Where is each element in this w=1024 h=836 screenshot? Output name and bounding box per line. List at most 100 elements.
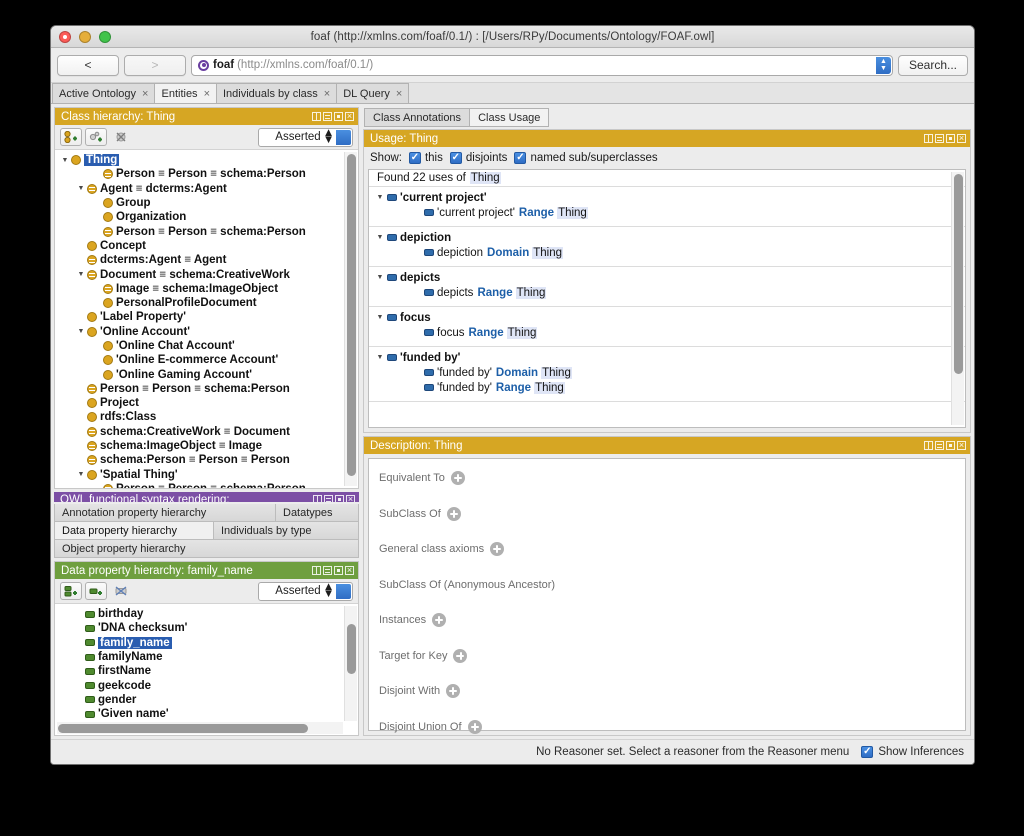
usage-axiom-row[interactable]: focus Range Thing (369, 325, 965, 340)
class-tree-row[interactable]: PersonalProfileDocument (55, 296, 358, 310)
close-icon[interactable]: × (324, 88, 330, 100)
sub-tab-annotation-property-hierarchy[interactable]: Annotation property hierarchy (54, 504, 276, 522)
checkbox-icon[interactable] (861, 745, 874, 759)
add-axiom-button[interactable] (446, 506, 461, 521)
class-tree-row[interactable]: Person ≡ Person ≡ schema:Person (55, 482, 358, 488)
close-panel-icon[interactable] (345, 110, 354, 122)
close-icon[interactable]: × (142, 88, 148, 100)
sub-tab-individuals-by-type[interactable]: Individuals by type (213, 522, 359, 540)
class-tree-row[interactable]: dcterms:Agent ≡ Agent (55, 253, 358, 267)
split-panel-icon[interactable] (312, 112, 321, 121)
data-property-tree[interactable]: birthday 'DNA checksum' family_name familyN… (55, 604, 358, 721)
checkbox-icon[interactable] (449, 151, 462, 165)
data-property-tree-row[interactable]: gender (85, 693, 358, 707)
usage-filter-this[interactable]: this (408, 151, 443, 165)
data-property-tree-row[interactable]: familyName (85, 650, 358, 664)
class-tree-row[interactable]: ▼ Agent ≡ dcterms:Agent (55, 182, 358, 196)
class-tree-row[interactable]: 'Online Gaming Account' (55, 367, 358, 381)
class-tree-row[interactable]: schema:Person ≡ Person ≡ Person (55, 453, 358, 467)
usage-group[interactable]: ▼ focus focus Range Thing (369, 307, 965, 347)
class-tree-row[interactable]: schema:CreativeWork ≡ Document (55, 425, 358, 439)
class-tree-row[interactable]: 'Label Property' (55, 310, 358, 324)
usage-axiom-row[interactable]: 'current project' Range Thing (369, 205, 965, 220)
class-tree-row[interactable]: Project (55, 396, 358, 410)
split-panel-icon[interactable] (924, 134, 933, 143)
class-hierarchy-tree[interactable]: ▼ Thing Person ≡ Person ≡ schema:Person ▼ Ag… (55, 150, 358, 488)
scrollbar-thumb[interactable] (954, 174, 963, 374)
checkbox-icon[interactable] (408, 151, 421, 165)
usage-axiom-row[interactable]: 'funded by' Range Thing (369, 380, 965, 395)
add-axiom-button[interactable] (450, 471, 465, 485)
sub-tab-datatypes[interactable]: Datatypes (275, 504, 359, 522)
tab-entities[interactable]: Entities × (154, 83, 217, 103)
search-button[interactable]: Search... (897, 54, 968, 76)
scrollbar-thumb[interactable] (347, 154, 356, 476)
forward-button[interactable]: > (124, 54, 186, 76)
usage-vertical-scrollbar[interactable] (951, 172, 964, 425)
editor-tab-class-annotations[interactable]: Class Annotations (364, 108, 471, 127)
usage-group-header[interactable]: ▼ depicts (369, 270, 965, 285)
usage-axiom-row[interactable]: depicts Range Thing (369, 285, 965, 300)
usage-filter-named-sub-superclasses[interactable]: named sub/superclasses (514, 151, 658, 165)
class-tree-row[interactable]: Group (55, 196, 358, 210)
add-sub-data-property-button[interactable] (60, 582, 82, 600)
class-tree-vertical-scrollbar[interactable] (344, 152, 357, 486)
data-property-hierarchy-mode-combo[interactable]: Asserted ▲ ▼ (258, 581, 353, 601)
ontology-selector-combo[interactable]: foaf (http://xmlns.com/foaf/0.1/) ▲ ▼ (191, 54, 893, 76)
usage-axiom-row[interactable]: 'funded by' Domain Thing (369, 365, 965, 380)
data-property-tree-viewport[interactable]: birthday 'DNA checksum' family_name familyN… (55, 604, 358, 735)
data-property-tree-row[interactable]: family_name (85, 636, 358, 650)
class-tree-row[interactable]: Organization (55, 210, 358, 224)
add-subclass-button[interactable] (60, 128, 82, 146)
combo-stepper-icon[interactable]: ▲ ▼ (323, 127, 351, 145)
class-tree-row[interactable]: rdfs:Class (55, 410, 358, 424)
expand-triangle-icon[interactable]: ▼ (75, 471, 87, 478)
usage-group[interactable]: ▼ depicts depicts Range Thing (369, 267, 965, 307)
data-property-tree-row[interactable]: geekcode (85, 678, 358, 692)
add-axiom-button[interactable] (467, 719, 482, 734)
usage-results-viewport[interactable]: Found 22 uses of Thing ▼ 'current project… (368, 169, 966, 428)
usage-group[interactable]: ▼ depiction depiction Domain Thing (369, 227, 965, 267)
combo-stepper-icon[interactable]: ▲ ▼ (323, 581, 351, 599)
add-sibling-class-button[interactable] (85, 128, 107, 146)
usage-group-header[interactable]: ▼ depiction (369, 230, 965, 245)
class-tree-row[interactable]: Person ≡ Person ≡ schema:Person (55, 167, 358, 181)
tab-dl-query[interactable]: DL Query × (336, 83, 410, 103)
scrollbar-thumb[interactable] (347, 624, 356, 674)
class-tree-row[interactable]: 'Online E-commerce Account' (55, 353, 358, 367)
class-hierarchy-tree-viewport[interactable]: ▼ Thing Person ≡ Person ≡ schema:Person ▼ Ag… (55, 150, 358, 488)
expand-triangle-icon[interactable]: ▼ (59, 157, 71, 164)
ontology-combo-stepper-icon[interactable]: ▲ ▼ (875, 56, 891, 74)
stack-panel-icon[interactable] (935, 441, 944, 450)
class-tree-row[interactable]: Image ≡ schema:ImageObject (55, 282, 358, 296)
expand-triangle-icon[interactable]: ▼ (373, 234, 387, 241)
tab-individuals-by-class[interactable]: Individuals by class × (216, 83, 338, 103)
editor-tab-class-usage[interactable]: Class Usage (469, 108, 550, 127)
class-tree-row[interactable]: Person ≡ Person ≡ schema:Person (55, 224, 358, 238)
class-tree-row[interactable]: Person ≡ Person ≡ schema:Person (55, 382, 358, 396)
usage-group[interactable]: ▼'current project''current project' Range… (369, 187, 965, 227)
usage-group-header[interactable]: ▼ 'funded by' (369, 350, 965, 365)
class-tree-row[interactable]: ▼ 'Online Account' (55, 325, 358, 339)
maximize-panel-icon[interactable] (946, 134, 955, 143)
class-tree-row[interactable]: ▼ 'Spatial Thing' (55, 468, 358, 482)
description-rows[interactable]: Equivalent To SubClass Of General class ax… (368, 458, 966, 734)
expand-triangle-icon[interactable]: ▼ (75, 328, 87, 335)
sub-tab-data-property-hierarchy[interactable]: Data property hierarchy (54, 522, 214, 540)
data-property-tree-horizontal-scrollbar[interactable] (57, 722, 343, 734)
usage-group-header[interactable]: ▼ focus (369, 310, 965, 325)
data-property-tree-row[interactable]: 'DNA checksum' (85, 621, 358, 635)
usage-group-list[interactable]: ▼'current project''current project' Range… (369, 187, 965, 402)
usage-group[interactable]: ▼'funded by''funded by' Domain Thing'funde… (369, 347, 965, 402)
expand-triangle-icon[interactable]: ▼ (373, 354, 387, 361)
maximize-panel-icon[interactable] (334, 112, 343, 121)
class-tree-row[interactable]: ▼ Document ≡ schema:CreativeWork (55, 267, 358, 281)
data-property-tree-row[interactable]: 'Given name' (85, 707, 358, 721)
usage-filter-disjoints[interactable]: disjoints (449, 151, 507, 165)
maximize-panel-icon[interactable] (334, 566, 343, 575)
class-hierarchy-mode-combo[interactable]: Asserted ▲ ▼ (258, 127, 353, 147)
close-panel-icon[interactable] (346, 493, 355, 502)
data-property-tree-row[interactable]: birthday (85, 607, 358, 621)
delete-class-button[interactable] (110, 128, 132, 146)
class-tree-row[interactable]: 'Online Chat Account' (55, 339, 358, 353)
